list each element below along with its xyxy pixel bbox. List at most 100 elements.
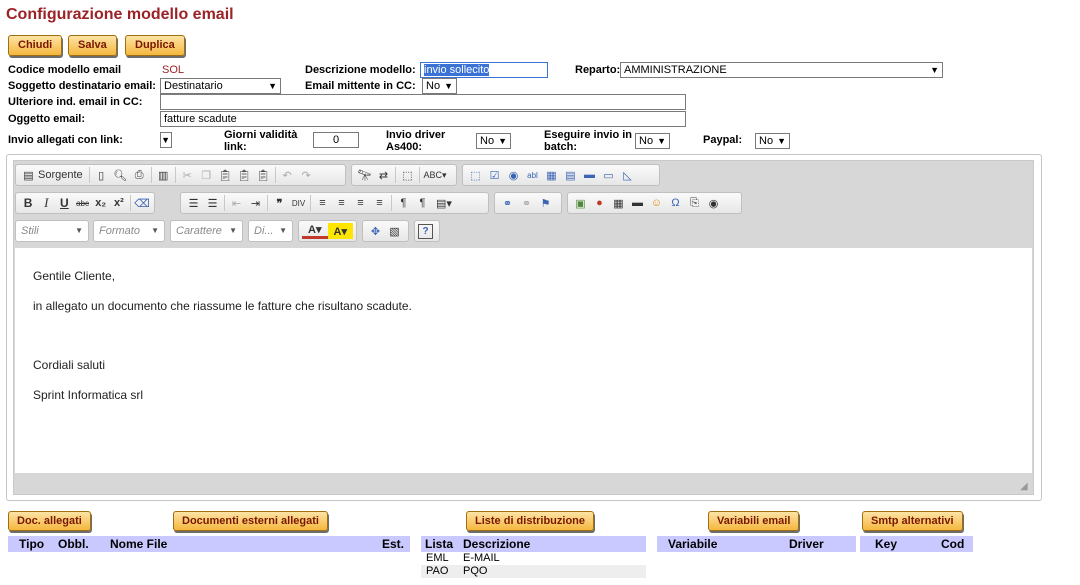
numbered-list-icon[interactable]: ☰: [184, 194, 203, 212]
external-docs-button[interactable]: Documenti esterni allegati: [173, 511, 328, 531]
editor-body[interactable]: Gentile Cliente, in allegato un document…: [15, 248, 1032, 473]
attach-link-select[interactable]: ▼: [160, 132, 172, 148]
indent-icon[interactable]: ⇥: [246, 194, 265, 212]
close-button[interactable]: Chiudi: [8, 35, 63, 56]
help-icon[interactable]: ?: [418, 223, 433, 239]
ltr-icon[interactable]: ¶: [394, 194, 413, 212]
remove-format-icon[interactable]: ⌫: [133, 194, 151, 212]
superscript-icon[interactable]: x²: [110, 194, 128, 212]
description-value: invio sollecito: [424, 64, 490, 76]
body-line1: in allegato un documento che riassume le…: [33, 299, 412, 313]
special-char-icon[interactable]: Ω: [666, 194, 685, 212]
duplicate-button[interactable]: Duplica: [125, 35, 185, 56]
image-button-icon[interactable]: ▭: [599, 166, 618, 184]
print-icon[interactable]: ⎙: [130, 166, 149, 184]
rtl-icon[interactable]: ¶: [413, 194, 432, 212]
paste-word-icon[interactable]: 📋︎: [254, 166, 273, 184]
size-combo[interactable]: Di... ▼: [248, 220, 293, 242]
spellcheck-icon[interactable]: ABC▾: [422, 166, 448, 184]
find-icon[interactable]: 🔭︎: [355, 166, 374, 184]
extra-cc-input[interactable]: [160, 94, 686, 110]
align-center-icon[interactable]: ≡: [332, 194, 351, 212]
unlink-icon[interactable]: ⚭: [517, 194, 536, 212]
strike-icon[interactable]: abc: [73, 194, 91, 212]
distribution-header: Lista Descrizione: [421, 536, 646, 552]
attachments-button[interactable]: Doc. allegati: [8, 511, 91, 531]
save-button[interactable]: Salva: [68, 35, 117, 56]
distribution-lists-button[interactable]: Liste di distribuzione: [466, 511, 595, 531]
toolbar-find-group: 🔭︎ ⇄ ⬚ ABC▾: [351, 164, 457, 186]
underline-icon[interactable]: U: [55, 194, 73, 212]
anchor-icon[interactable]: ⚑: [536, 194, 555, 212]
paypal-select[interactable]: No ▼: [755, 133, 790, 149]
subscript-icon[interactable]: x₂: [92, 194, 110, 212]
recipient-select[interactable]: Destinatario ▼: [160, 78, 281, 94]
sender-cc-select[interactable]: No ▼: [422, 78, 457, 94]
form-icon[interactable]: ⬚: [466, 166, 485, 184]
text-color-icon[interactable]: A▾: [302, 223, 328, 239]
language-icon[interactable]: ▤▾: [432, 194, 456, 212]
show-blocks-icon[interactable]: ▧: [385, 222, 404, 240]
horizontal-rule-icon[interactable]: ▬: [628, 194, 647, 212]
italic-icon[interactable]: I: [37, 194, 55, 212]
link-icon[interactable]: ⚭: [498, 194, 517, 212]
table-icon[interactable]: ▦: [609, 194, 628, 212]
email-variables-button[interactable]: Variabili email: [708, 511, 800, 531]
outdent-icon[interactable]: ⇤: [227, 194, 246, 212]
smiley-icon[interactable]: ☺: [647, 194, 666, 212]
undo-icon[interactable]: ↶: [278, 166, 297, 184]
toolbar-paragraph-group: ☰ ☰ ⇤ ⇥ ❞ DIV ≡ ≡ ≡ ≡ ¶ ¶ ▤▾: [180, 192, 489, 214]
smtp-header: Key Cod: [860, 536, 973, 552]
department-select[interactable]: AMMINISTRAZIONE ▼: [620, 62, 943, 78]
bulleted-list-icon[interactable]: ☰: [203, 194, 222, 212]
button-field-icon[interactable]: ▬: [580, 166, 599, 184]
preview-icon[interactable]: 🔍︎: [111, 166, 130, 184]
bg-color-icon[interactable]: A▾: [327, 223, 353, 239]
textfield-icon[interactable]: abl: [523, 166, 542, 184]
align-right-icon[interactable]: ≡: [351, 194, 370, 212]
driver-select[interactable]: No ▼: [476, 133, 511, 149]
select-all-icon[interactable]: ⬚: [398, 166, 417, 184]
table-row[interactable]: PAO PQO: [421, 565, 646, 578]
templates-icon[interactable]: ▥: [154, 166, 173, 184]
separator: [391, 195, 392, 211]
font-combo[interactable]: Carattere ▼: [170, 220, 243, 242]
maximize-icon[interactable]: ✥: [366, 222, 385, 240]
div-icon[interactable]: DIV: [289, 194, 308, 212]
toolbar-colors-group: A▾ A▾: [298, 220, 357, 242]
cut-icon[interactable]: ✂: [178, 166, 197, 184]
copy-icon[interactable]: ❐: [197, 166, 216, 184]
replace-icon[interactable]: ⇄: [374, 166, 393, 184]
checkbox-icon[interactable]: ☑: [485, 166, 504, 184]
hidden-field-icon[interactable]: ◺: [618, 166, 637, 184]
justify-icon[interactable]: ≡: [370, 194, 389, 212]
flash-icon[interactable]: ●: [590, 194, 609, 212]
new-page-icon[interactable]: ▯: [92, 166, 111, 184]
description-input[interactable]: invio sollecito: [420, 62, 548, 78]
subject-input[interactable]: fatture scadute: [160, 111, 686, 127]
paste-text-icon[interactable]: 📋︎: [235, 166, 254, 184]
bold-icon[interactable]: B: [19, 194, 37, 212]
blockquote-icon[interactable]: ❞: [270, 194, 289, 212]
format-combo[interactable]: Formato ▼: [93, 220, 165, 242]
driver-label-2: As400:: [386, 141, 423, 153]
smtp-alternatives-button[interactable]: Smtp alternativi: [862, 511, 963, 531]
table-row[interactable]: EML E-MAIL: [421, 552, 646, 565]
paste-icon[interactable]: 📋︎: [216, 166, 235, 184]
redo-icon[interactable]: ↷: [297, 166, 316, 184]
align-left-icon[interactable]: ≡: [313, 194, 332, 212]
chevron-down-icon: ▼: [75, 226, 83, 235]
header-lista: Lista: [425, 537, 454, 551]
styles-combo[interactable]: Stili ▼: [15, 220, 89, 242]
iframe-icon[interactable]: ◉: [704, 194, 723, 212]
textarea-icon[interactable]: ▦: [542, 166, 561, 184]
source-button[interactable]: Sorgente: [38, 169, 83, 181]
batch-select[interactable]: No ▼: [635, 133, 670, 149]
resize-handle-icon[interactable]: ◢: [1020, 481, 1028, 492]
select-field-icon[interactable]: ▤: [561, 166, 580, 184]
page-break-icon[interactable]: ⎘: [685, 194, 704, 212]
validity-input[interactable]: 0: [313, 132, 359, 148]
radio-icon[interactable]: ◉: [504, 166, 523, 184]
image-icon[interactable]: ▣: [571, 194, 590, 212]
source-icon[interactable]: ▤: [19, 166, 38, 184]
